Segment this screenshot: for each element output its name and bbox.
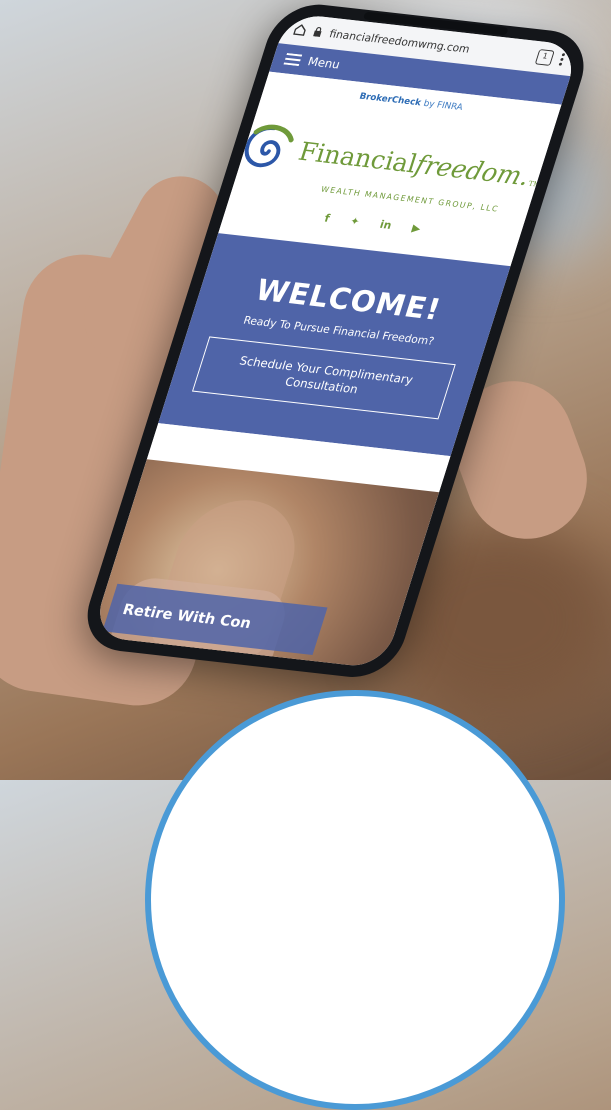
swirl-logo-icon xyxy=(234,120,302,177)
brokercheck-brand: BrokerCheck xyxy=(357,91,423,109)
menu-label[interactable]: Menu xyxy=(306,55,342,72)
more-options-icon[interactable] xyxy=(558,53,566,67)
tabs-count-button[interactable]: 1 xyxy=(534,49,555,66)
social-links: f ✦ in ▶ xyxy=(323,212,422,235)
home-icon[interactable] xyxy=(293,23,308,36)
welcome-section: WELCOME! Ready To Pursue Financial Freed… xyxy=(158,233,511,457)
facebook-icon[interactable]: f xyxy=(323,212,331,225)
brokercheck-by: by FINRA xyxy=(422,99,464,113)
hero-photo: Retire With Con xyxy=(91,459,440,669)
schedule-consultation-button[interactable]: Schedule Your Complimentary Consultation xyxy=(191,336,456,420)
brand-name-italic: freedom. xyxy=(411,150,534,192)
brand-name-regular: Financial xyxy=(294,137,421,180)
linkedin-icon[interactable]: in xyxy=(378,218,393,232)
overlay-circle xyxy=(145,690,565,1110)
lock-icon xyxy=(312,26,324,37)
youtube-icon[interactable]: ▶ xyxy=(410,222,422,235)
twitter-icon[interactable]: ✦ xyxy=(348,215,361,228)
hamburger-icon[interactable] xyxy=(283,52,303,67)
trademark: TM xyxy=(527,179,542,189)
